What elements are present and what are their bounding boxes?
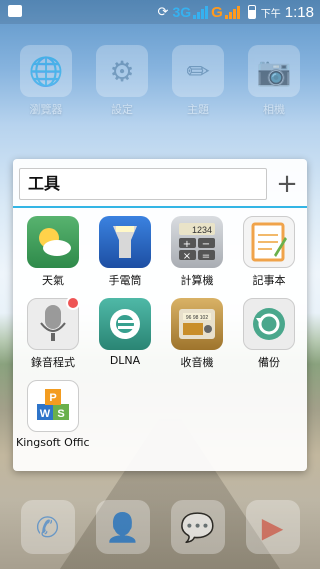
home-app-settings[interactable]: ⚙ 設定 <box>90 45 154 117</box>
app-flashlight[interactable]: 手電筒 <box>89 216 161 288</box>
app-dlna[interactable]: DLNA <box>89 298 161 370</box>
network-type-3g: 3G <box>172 4 192 20</box>
add-app-button[interactable]: + <box>271 168 303 200</box>
messaging-icon[interactable]: 💬 <box>170 500 225 554</box>
microphone-icon <box>27 296 80 350</box>
network-type-g: G <box>211 3 223 21</box>
svg-text:1234: 1234 <box>192 225 212 235</box>
gallery-notification-icon <box>8 5 22 17</box>
app-notepad[interactable]: 記事本 <box>233 216 305 288</box>
app-backup[interactable]: 備份 <box>233 298 305 370</box>
dlna-icon <box>99 298 151 350</box>
weather-icon <box>27 216 79 268</box>
svg-text:=: = <box>202 251 210 262</box>
flashlight-icon <box>99 216 151 268</box>
status-bar: ⟳ 3G G 下午 1:18 <box>0 0 320 24</box>
phone-icon[interactable]: ✆ <box>20 500 75 554</box>
svg-text:W: W <box>40 408 51 420</box>
backup-icon <box>243 298 295 350</box>
app-calculator[interactable]: 1234 + − × = 計算機 <box>161 216 233 288</box>
play-store-icon[interactable]: ▶ <box>245 500 300 554</box>
app-voice-recorder[interactable]: 錄音程式 <box>17 296 89 370</box>
folder-name-field[interactable]: 工具 <box>19 168 267 200</box>
app-weather[interactable]: 天氣 <box>17 216 89 288</box>
calculator-icon: 1234 + − × = <box>171 216 223 268</box>
home-app-themes[interactable]: ✏ 主題 <box>166 45 230 117</box>
recorder-badge <box>66 296 80 310</box>
folder-app-grid: 天氣 手電筒 1234 + − × = 計算機 記事本 錄音程式 DLNA 96… <box>16 216 307 449</box>
camera-icon: 📷 <box>248 45 300 97</box>
kingsoft-office-icon: WSP <box>27 380 79 432</box>
svg-text:−: − <box>202 239 210 250</box>
contacts-icon[interactable]: 👤 <box>95 500 150 554</box>
signal-3g-icon <box>193 5 209 19</box>
browser-globe-icon: 🌐 <box>20 45 72 97</box>
folder-divider <box>13 206 307 208</box>
app-radio[interactable]: 96 98 102 收音機 <box>161 298 233 370</box>
home-app-camera[interactable]: 📷 相機 <box>242 45 306 117</box>
radio-icon: 96 98 102 <box>171 298 223 350</box>
sync-icon: ⟳ <box>157 4 169 20</box>
notepad-icon <box>243 216 295 268</box>
status-time: 1:18 <box>284 3 314 21</box>
battery-icon <box>247 5 256 19</box>
svg-text:+: + <box>183 239 191 250</box>
app-kingsoft-office[interactable]: WSP Kingsoft Office <box>16 380 90 449</box>
folder-popup: 工具 + 天氣 手電筒 1234 + − × = 計算機 記事本 錄音程式 DL… <box>13 159 307 471</box>
dock: ✆ 👤 💬 ▶ <box>0 485 320 569</box>
home-app-browser[interactable]: 🌐 瀏覽器 <box>14 45 78 117</box>
home-app-row: 🌐 瀏覽器 ⚙ 設定 ✏ 主題 📷 相機 <box>0 45 320 117</box>
settings-gear-icon: ⚙ <box>96 45 148 97</box>
svg-text:96 98 102: 96 98 102 <box>186 315 208 321</box>
svg-text:S: S <box>57 408 64 420</box>
signal-g-icon <box>224 5 240 19</box>
svg-text:×: × <box>183 251 191 262</box>
theme-pencils-icon: ✏ <box>172 45 224 97</box>
status-ampm: 下午 <box>260 8 281 20</box>
svg-text:P: P <box>49 392 56 404</box>
